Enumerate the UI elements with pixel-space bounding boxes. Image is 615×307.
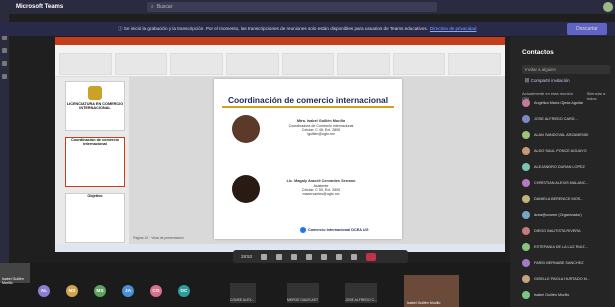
video-tile-2[interactable]: MERGE DIAZ/CAST [287,283,319,303]
search-input[interactable]: ⌕ Buscar [147,2,437,12]
contact-row[interactable]: Isabel Guillén Murillo [522,289,615,301]
contact-avatar [522,259,530,267]
contact-row[interactable]: ALAN SANDOVAL ARZAMENDI [522,129,615,141]
contact-avatar [522,131,530,139]
contact-name: DANIELA BERENICE MOS... [534,197,584,201]
people-icon[interactable] [351,253,357,260]
contact-name: CHRISTIAN ALEXIS MALANC... [534,181,589,185]
crest-icon [88,86,102,100]
video-tile-3[interactable]: JOSE ALFREDO C... [345,283,377,303]
banner-message: Se inició la grabación y la transcripció… [123,26,428,31]
contact-avatar [522,195,530,203]
slide-title: Coordinación de comercio internacional [227,95,389,105]
contact-name: Angélica María Ojeda Aguilar [534,101,584,105]
contact-row[interactable]: GISELLE PAOLA HURTADO M... [522,273,615,285]
contact-row[interactable]: Angélica María Ojeda Aguilar [522,97,615,109]
contact-row[interactable]: CHRISTIAN ALEXIS MALANC... [522,177,615,189]
ppt-status: Página 10 · Vista de presentación [133,236,184,240]
contact-row[interactable]: DIEGO BAUTISTA RIVERA [522,225,615,237]
contact-avatar [522,243,530,251]
contact-name: ALEJANDRO DURAN LOPEZ [534,165,585,169]
contact-avatar [522,179,530,187]
recording-banner: ⓘ Se inició la grabación y la transcripc… [0,22,615,36]
ppt-tabs [55,45,505,52]
title-bar: Microsoft Teams ⌕ Buscar [0,0,615,14]
search-icon: ⌕ [151,4,154,10]
teams-icon[interactable] [2,48,7,53]
self-view: Isabel Guillén Murillo [404,275,459,307]
contact-row[interactable]: ALEJANDRO DURAN LOPEZ [522,161,615,173]
privacy-link[interactable]: Directiva de privacidad [430,26,476,31]
person2-card: Lic. Magaly Araceli Cervantes Serrano As… [286,179,356,196]
contact-row[interactable]: FARID BERNABE SANCHEZ [522,257,615,269]
participant-avatar[interactable]: NS [66,285,78,297]
calls-icon[interactable] [2,74,7,79]
contact-row[interactable]: ESTEFANIA DE LA LUZ RUIZ... [522,241,615,253]
participant-avatar[interactable]: MS [94,285,106,297]
person1-card: Mtra. Isabel Guillén Murillo Coordinador… [288,119,354,136]
contact-name: GISELLE PAOLA HURTADO M... [534,277,590,281]
contact-name: ALAN SANDOVAL ARZAMENDI [534,133,589,137]
participant-avatar[interactable]: JA [122,285,134,297]
app-name: Microsoft Teams [16,4,64,10]
contact-avatar [522,147,530,155]
contact-name: DIEGO BAUTISTA RIVERA [534,229,581,233]
call-timer: 28:53 [241,254,252,259]
contact-name: FARID BERNABE SANCHEZ [534,261,584,265]
camera-icon[interactable] [261,253,267,260]
invite-input[interactable]: Invitar a alguien [522,65,610,74]
contact-row[interactable]: dcea@ucsme (Organizador) [522,209,615,221]
more-icon[interactable] [306,253,312,260]
contact-name: ESTEFANIA DE LA LUZ RUIZ... [534,245,588,249]
slide-thumbnails: LICENCIATURA EN COMERCIO INTERNACIONAL C… [55,77,129,244]
chat-icon[interactable] [336,253,342,260]
facebook-line: Comercio Internacional DCEA UG [300,227,369,233]
thumbnail-2[interactable]: Coordinación de comercio internacional [65,137,125,187]
video-tile-1[interactable]: CONSE ALEX... [230,283,256,303]
hand-icon[interactable] [321,253,327,260]
contact-name: JOSE ALFREDO CARD... [534,117,578,121]
contact-avatar [522,227,530,235]
contact-avatar [522,163,530,171]
shared-screen: LICENCIATURA EN COMERCIO INTERNACIONAL C… [55,37,505,244]
ppt-title-bar [55,37,505,45]
contact-avatar [522,211,530,219]
contact-name: ALDO SAUL PONCE AGUAYO [534,149,587,153]
facebook-icon [300,227,306,233]
contact-row[interactable]: ALDO SAUL PONCE AGUAYO [522,145,615,157]
participant-avatar[interactable]: AL [38,285,50,297]
contact-row[interactable]: DANIELA BERENICE MOS... [522,193,615,205]
presenter-label: Isabel Guillén Murillo [0,263,30,285]
slide-canvas: Coordinación de comercio internacional M… [129,77,505,244]
link-icon: ⛓ [524,78,531,83]
ppt-ribbon [55,37,505,77]
panel-title: Contactos [522,49,554,56]
current-slide: Coordinación de comercio internacional M… [214,79,402,239]
title-rule [222,106,394,108]
call-controls: 28:53 [233,250,408,263]
contact-row[interactable]: JOSE ALFREDO CARD... [522,113,615,125]
thumbnail-3[interactable]: Objetivo [65,193,125,243]
share-invite-button[interactable]: ⛓ Compartir invitación [524,78,612,86]
contact-avatar [522,275,530,283]
mic-icon[interactable] [276,253,282,260]
participant-avatar[interactable]: CG [150,285,162,297]
share-icon[interactable] [291,253,297,260]
participant-avatar[interactable]: DC [178,285,190,297]
contact-name: Isabel Guillén Murillo [534,293,570,297]
contact-avatar [522,99,530,107]
profile-avatar[interactable] [603,2,613,12]
contact-avatar [522,291,530,299]
calendar-icon[interactable] [2,61,7,66]
contact-name: dcea@ucsme (Organizador) [534,213,582,217]
contacts-panel: Contactos Invitar a alguien ⛓ Compartir … [510,37,615,307]
dismiss-button[interactable]: Descartar [567,23,607,35]
thumbnail-1[interactable]: LICENCIATURA EN COMERCIO INTERNACIONAL [65,81,125,131]
contact-avatar [522,115,530,123]
end-call-button[interactable] [366,252,376,261]
ppt-tools [59,53,501,75]
